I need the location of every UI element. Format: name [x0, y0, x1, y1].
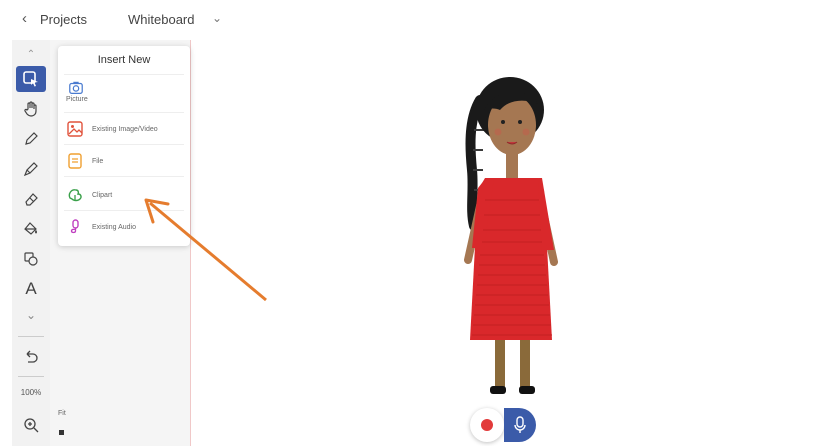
- insert-icon: [23, 71, 38, 87]
- undo-icon: [26, 350, 38, 363]
- girl-clipart[interactable]: [440, 70, 580, 400]
- chevron-down-icon[interactable]: ⌄: [16, 302, 46, 328]
- lock-icon[interactable]: [59, 430, 64, 435]
- existing-image-video-label: Existing Image/Video: [92, 125, 158, 133]
- microphone-button[interactable]: [504, 408, 536, 442]
- pen-icon: [25, 132, 38, 145]
- picture-label: Picture: [66, 96, 88, 103]
- zoom-icon: [24, 418, 39, 433]
- top-bar: ‹ Projects Whiteboard ⌄: [0, 0, 830, 40]
- insert-new-popup: Insert New Picture Existing Image/Video …: [58, 46, 190, 246]
- shapes-icon: [24, 252, 38, 266]
- existing-audio-label: Existing Audio: [92, 223, 136, 231]
- fill-tool[interactable]: [16, 216, 46, 242]
- fit-label[interactable]: Fit: [58, 410, 66, 417]
- insert-tool[interactable]: [16, 66, 46, 92]
- chevron-up-icon[interactable]: ⌃: [16, 46, 46, 62]
- insert-file-item[interactable]: File: [66, 152, 103, 170]
- projects-link[interactable]: Projects: [40, 12, 87, 27]
- popup-heading: Insert New: [97, 54, 151, 66]
- hand-tool[interactable]: [16, 96, 46, 122]
- microphone-icon: [514, 416, 526, 433]
- fill-icon: [24, 222, 37, 235]
- left-toolbar: ⌃ A ⌄ 100%: [12, 40, 50, 446]
- file-icon: [68, 153, 82, 169]
- board-title[interactable]: Whiteboard: [128, 12, 194, 27]
- zoom-button[interactable]: [16, 412, 46, 438]
- marker-icon: [23, 162, 38, 177]
- canvas-divider: [190, 40, 191, 446]
- camera-icon: [69, 81, 83, 94]
- zoom-level: 100%: [20, 388, 42, 397]
- insert-existing-image-video-item[interactable]: Existing Image/Video: [66, 120, 158, 138]
- record-icon: [481, 419, 493, 431]
- audio-icon: [70, 219, 79, 234]
- chevron-down-icon[interactable]: ⌄: [212, 11, 222, 25]
- file-label: File: [92, 157, 104, 165]
- chevron-left-icon[interactable]: ‹: [22, 10, 27, 27]
- eraser-tool[interactable]: [16, 186, 46, 212]
- marker-tool[interactable]: [16, 156, 46, 182]
- insert-picture-item[interactable]: Picture: [66, 78, 126, 108]
- clipart-icon: [68, 189, 82, 202]
- hand-icon: [24, 101, 37, 117]
- undo-button[interactable]: [16, 344, 46, 370]
- image-video-icon: [67, 121, 83, 137]
- eraser-icon: [25, 193, 38, 206]
- insert-clipart-item[interactable]: Clipart: [66, 186, 112, 204]
- text-icon[interactable]: A: [16, 276, 46, 302]
- insert-existing-audio-item[interactable]: Existing Audio: [66, 218, 136, 236]
- shapes-tool[interactable]: [16, 246, 46, 272]
- clipart-label: Clipart: [92, 191, 113, 199]
- record-button[interactable]: [470, 408, 504, 442]
- pen-tool[interactable]: [16, 126, 46, 152]
